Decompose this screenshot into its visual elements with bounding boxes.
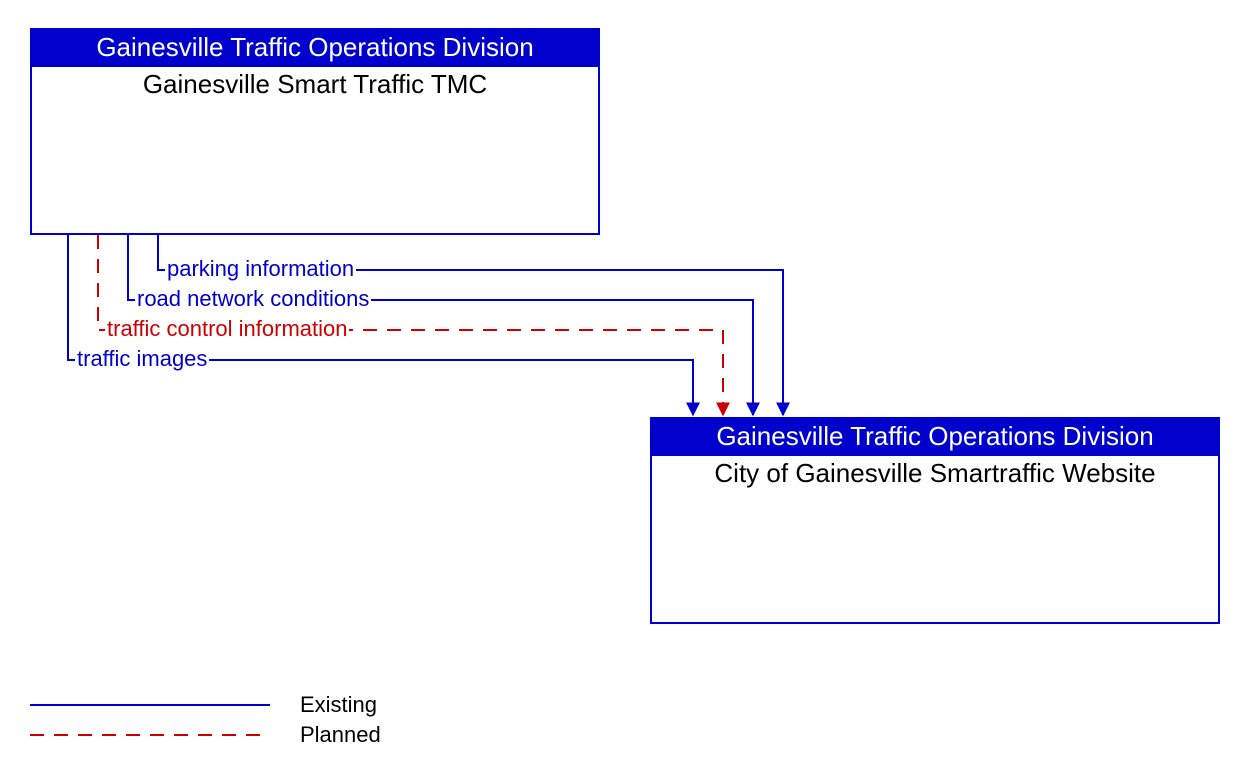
legend-planned-label: Planned <box>300 722 381 748</box>
node-source-header: Gainesville Traffic Operations Division <box>32 30 598 67</box>
node-gainesville-smart-traffic-tmc: Gainesville Traffic Operations Division … <box>30 28 600 235</box>
node-city-of-gainesville-smartraffic-website: Gainesville Traffic Operations Division … <box>650 417 1220 624</box>
flow-label-traffic-images: traffic images <box>75 346 209 372</box>
flow-label-parking-information: parking information <box>165 256 356 282</box>
flow-label-road-network-conditions: road network conditions <box>135 286 371 312</box>
node-dest-title: City of Gainesville Smartraffic Website <box>652 456 1218 491</box>
node-dest-header: Gainesville Traffic Operations Division <box>652 419 1218 456</box>
node-source-title: Gainesville Smart Traffic TMC <box>32 67 598 102</box>
flow-label-traffic-control-information: traffic control information <box>105 316 349 342</box>
legend-existing-label: Existing <box>300 692 377 718</box>
